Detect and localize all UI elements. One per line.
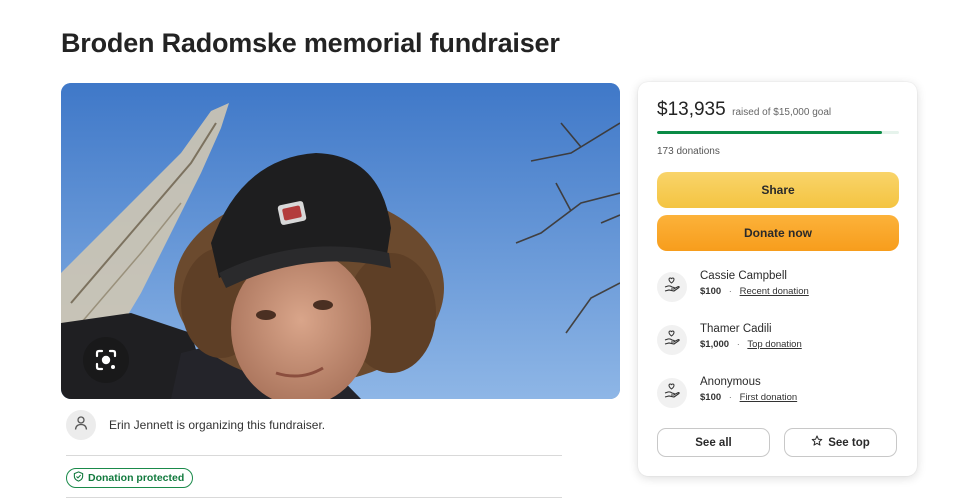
progress-bar [657,131,899,134]
donor-avatar [657,272,687,302]
raised-summary: $13,935 raised of $15,000 goal [657,99,831,121]
recent-donation-link[interactable]: Recent donation [740,286,809,297]
meta-separator: · [728,392,732,403]
donor-name: Anonymous [700,376,761,388]
meta-separator: · [736,339,740,350]
shield-icon [73,471,84,485]
goal-text: raised of $15,000 goal [732,107,832,118]
hand-heart-icon [663,276,681,299]
visual-search-button[interactable] [83,337,129,383]
donation-protected-label: Donation protected [88,472,185,484]
top-donation-link[interactable]: Top donation [747,339,801,350]
see-top-label: See top [828,436,870,449]
hand-heart-icon [663,382,681,405]
donation-count: 173 donations [657,146,720,157]
share-button[interactable]: Share [657,172,899,208]
section-divider [66,497,562,498]
see-all-label: See all [695,436,732,449]
donor-name: Thamer Cadili [700,323,772,335]
camera-lens-icon [94,348,118,372]
organizer-avatar [66,410,96,440]
organizer-text: Erin Jennett is organizing this fundrais… [109,418,326,432]
donor-amount: $100 [700,392,722,403]
fundraiser-hero-image[interactable] [61,83,620,399]
donor-amount: $1,000 [700,339,730,350]
donation-protected-badge[interactable]: Donation protected [66,468,194,488]
person-icon [73,415,89,436]
donor-item: Cassie Campbell $100 · Recent donation [657,269,899,309]
donor-amount: $100 [700,286,722,297]
hero-photo [61,83,620,399]
donor-item: Thamer Cadili $1,000 · Top donation [657,322,899,362]
star-icon [811,435,823,450]
donate-now-button[interactable]: Donate now [657,215,899,251]
see-all-button[interactable]: See all [657,428,770,457]
donor-avatar [657,325,687,355]
first-donation-link[interactable]: First donation [740,392,798,403]
hand-heart-icon [663,329,681,352]
donor-item: Anonymous $100 · First donation [657,375,899,415]
progress-fill [657,131,882,134]
donation-card: $13,935 raised of $15,000 goal 173 donat… [638,82,917,476]
page-title: Broden Radomske memorial fundraiser [61,28,560,58]
see-top-button[interactable]: See top [784,428,897,457]
donor-name: Cassie Campbell [700,270,787,282]
donor-avatar [657,378,687,408]
meta-separator: · [728,286,732,297]
organizer-row: Erin Jennett is organizing this fundrais… [66,410,562,456]
raised-amount: $13,935 [657,99,726,120]
